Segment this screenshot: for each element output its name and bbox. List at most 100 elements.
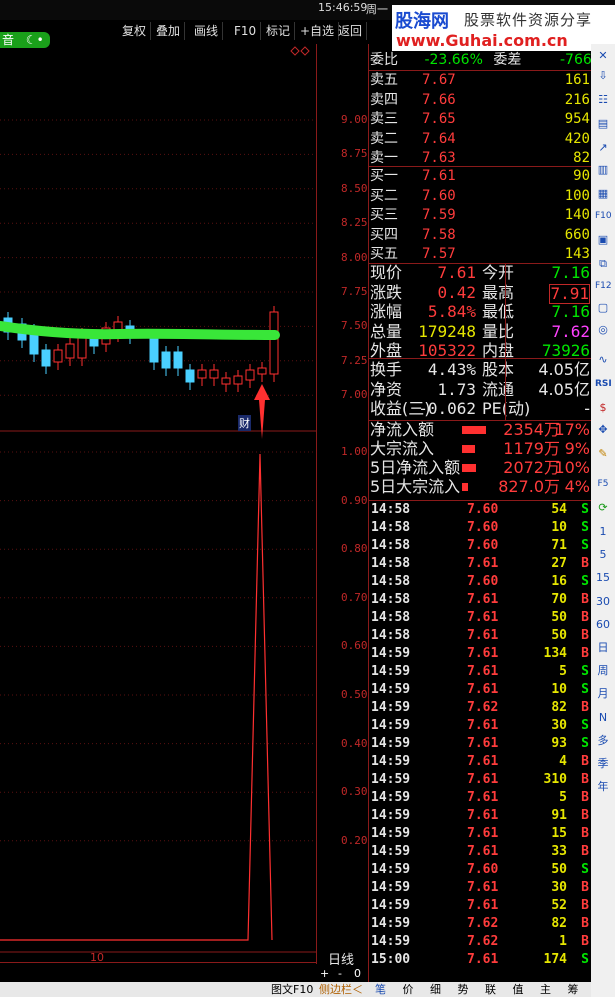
bottom-tab[interactable]: 筹 — [565, 982, 582, 997]
quote-value: 7.16 — [551, 302, 590, 321]
bid-row[interactable]: 买一 7.61 90 — [370, 167, 590, 185]
doc-icon[interactable]: ▤ — [595, 116, 611, 132]
trade-volume: 5 — [559, 790, 567, 805]
toolbar-button-0[interactable]: 复权 — [118, 22, 152, 40]
arrow-down-icon[interactable]: ⇩ — [595, 68, 611, 84]
period-button[interactable]: 季 — [595, 756, 611, 772]
trade-side: B — [581, 934, 589, 949]
bottom-tab[interactable]: 价 — [400, 982, 417, 997]
list-icon[interactable]: ☷ — [595, 92, 611, 108]
ask-row[interactable]: 卖一 7.63 82 — [370, 149, 590, 167]
period-button[interactable]: 30 — [595, 594, 611, 610]
bid-row[interactable]: 买二 7.60 100 — [370, 187, 590, 205]
kline-chart[interactable] — [0, 44, 368, 956]
trade-side: S — [581, 538, 589, 553]
period-button[interactable]: 5 — [595, 547, 611, 563]
trade-side: S — [581, 952, 589, 967]
flow-percent: 4% — [564, 477, 590, 496]
trade-row: 14:59 7.61 33 B — [371, 843, 591, 861]
indicator-tick: 0.60 — [341, 639, 368, 653]
ask-row[interactable]: 卖三 7.65 954 — [370, 110, 590, 128]
ask-row[interactable]: 卖五 7.67 161 — [370, 71, 590, 89]
period-button[interactable]: 年 — [595, 779, 611, 795]
candle — [209, 369, 219, 379]
stat-label: 换手 — [370, 360, 403, 379]
ask-row[interactable]: 卖四 7.66 216 — [370, 91, 590, 109]
trade-row: 14:58 7.61 70 B — [371, 591, 591, 609]
move-icon[interactable]: ✥ — [595, 422, 611, 438]
quote-label: 最低 — [482, 302, 515, 321]
indicator-tick: 0.20 — [341, 833, 368, 847]
toolbar-button-2[interactable]: 画线 — [190, 22, 224, 40]
toolbar-button-4[interactable]: 标记 — [262, 22, 296, 40]
zoom-in-button[interactable]: + — [320, 967, 329, 980]
bottom-tab[interactable]: 笔 — [372, 982, 389, 997]
wave-icon[interactable]: ∿ — [595, 352, 611, 368]
trade-side: S — [581, 664, 589, 679]
ask-row[interactable]: 卖二 7.64 420 — [370, 130, 590, 148]
period-button[interactable]: 周 — [595, 663, 611, 679]
bottom-tab[interactable]: 势 — [455, 982, 472, 997]
refresh-icon[interactable]: ⟳ — [595, 500, 611, 516]
indicator-tick: 0.40 — [341, 736, 368, 750]
period-label[interactable]: 日线 — [328, 949, 354, 968]
trade-time: 14:59 — [371, 700, 411, 715]
flow-value: 2072万 — [503, 458, 560, 477]
finance-marker[interactable]: 财 — [238, 415, 251, 431]
candle — [269, 311, 279, 375]
f10-icon[interactable]: F10 — [595, 208, 612, 224]
sidebar-toggle[interactable]: 侧边栏＜ — [316, 982, 366, 997]
bottom-tab[interactable]: 联 — [482, 982, 499, 997]
dollar-icon[interactable]: $ — [595, 400, 611, 416]
f10-text-link[interactable]: 图文F10 — [268, 982, 316, 997]
copy-icon[interactable]: ⧉ — [595, 256, 611, 272]
trade-side: B — [581, 610, 589, 625]
toolbar-button-1[interactable]: 叠加 — [152, 22, 186, 40]
candle-icon[interactable]: ▥ — [595, 162, 611, 178]
period-button[interactable]: 15 — [595, 570, 611, 586]
image-icon[interactable]: ▣ — [595, 232, 611, 248]
toolbar-button-6[interactable]: 返回 — [334, 22, 368, 40]
period-button[interactable]: 1 — [595, 524, 611, 540]
trade-side: B — [581, 808, 589, 823]
toolbar-button-5[interactable]: +自选 — [296, 22, 340, 40]
toolbar-button-3[interactable]: F10 — [230, 22, 262, 40]
bid-row[interactable]: 买三 7.59 140 — [370, 206, 590, 224]
rsi-icon[interactable]: RSI — [595, 376, 612, 392]
trade-price: 7.61 — [467, 880, 499, 895]
quote-label: 今开 — [482, 263, 515, 282]
bottom-tab[interactable]: 细 — [427, 982, 444, 997]
circle-icon[interactable]: ◎ — [595, 322, 611, 338]
trade-row: 14:58 7.60 10 S — [371, 519, 591, 537]
box-icon[interactable]: ▢ — [595, 300, 611, 316]
bottom-tab[interactable]: 主 — [537, 982, 554, 997]
zoom-value: 0 — [354, 967, 361, 980]
bid-row[interactable]: 买五 7.57 143 — [370, 245, 590, 263]
trade-price: 7.61 — [467, 628, 499, 643]
f5-icon[interactable]: F5 — [595, 476, 611, 492]
zoom-out-button[interactable]: - — [338, 967, 342, 980]
trade-row: 14:59 7.61 93 S — [371, 735, 591, 753]
stat-row: 净资 1.73 流通 4.05亿 — [370, 380, 590, 399]
panel-separator — [369, 420, 591, 421]
pencil-icon[interactable]: ✎ — [595, 446, 611, 462]
trade-side: B — [581, 916, 589, 931]
trade-row: 14:59 7.61 4 B — [371, 753, 591, 771]
f12-icon[interactable]: F12 — [595, 278, 612, 294]
line-chart-icon[interactable]: ↗ — [595, 140, 611, 156]
bid-volume: 143 — [564, 246, 590, 262]
period-button[interactable]: 日 — [595, 640, 611, 656]
period-button[interactable]: N — [595, 710, 611, 726]
bottom-tab[interactable]: 值 — [510, 982, 527, 997]
table-icon[interactable]: ▦ — [595, 186, 611, 202]
bid-label: 买三 — [370, 207, 398, 223]
trade-row: 14:59 7.61 5 S — [371, 663, 591, 681]
x-icon[interactable]: ✕ — [595, 48, 611, 64]
period-button[interactable]: 月 — [595, 686, 611, 702]
trade-price: 7.61 — [467, 592, 499, 607]
indicator-tick: 0.80 — [341, 542, 368, 556]
trade-time: 14:59 — [371, 880, 411, 895]
bid-row[interactable]: 买四 7.58 660 — [370, 226, 590, 244]
period-button[interactable]: 60 — [595, 617, 611, 633]
period-button[interactable]: 多 — [595, 733, 611, 749]
